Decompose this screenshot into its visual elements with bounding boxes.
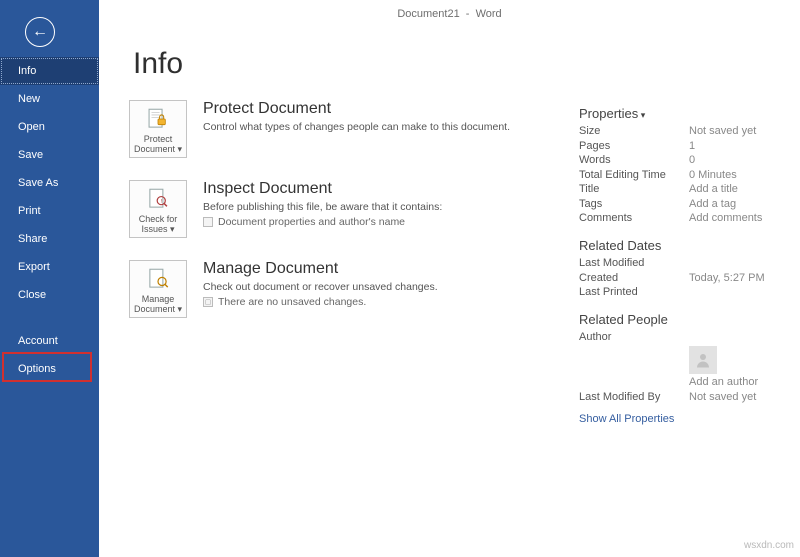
section-title: Inspect Document <box>203 180 442 198</box>
section-text: Before publishing this file, be aware th… <box>203 201 442 213</box>
date-row: Last Modified <box>579 257 800 269</box>
sidebar-item-close[interactable]: Close <box>0 281 99 309</box>
date-row: Last Printed <box>579 286 800 298</box>
property-value[interactable]: 0 <box>689 154 800 166</box>
property-value[interactable]: Add a title <box>689 183 800 195</box>
section-title: Manage Document <box>203 260 438 278</box>
inspect-document-icon: ! <box>145 187 171 211</box>
watermark: wsxdn.com <box>744 540 794 551</box>
show-all-properties-link[interactable]: Show All Properties <box>579 413 800 425</box>
property-row: Pages1 <box>579 140 800 152</box>
page-icon <box>203 297 213 307</box>
tile-sublabel: Document ▾ <box>134 304 182 314</box>
date-value <box>689 257 800 269</box>
section-text: Check out document or recover unsaved ch… <box>203 281 438 293</box>
properties-header[interactable]: Properties <box>579 106 800 121</box>
window-title: Document21 - Word <box>397 8 501 20</box>
manage-document-section: ManageDocument ▾ Manage Document Check o… <box>129 260 559 318</box>
sidebar-item-export[interactable]: Export <box>0 253 99 281</box>
date-key: Created <box>579 272 689 284</box>
property-value[interactable]: Add a tag <box>689 198 800 210</box>
property-value[interactable]: 1 <box>689 140 800 152</box>
tile-sublabel: Issues ▾ <box>141 224 174 234</box>
property-key: Total Editing Time <box>579 169 689 181</box>
tile-label: Manage <box>142 294 175 304</box>
property-value[interactable]: Not saved yet <box>689 125 800 137</box>
property-key: Pages <box>579 140 689 152</box>
property-value[interactable]: 0 Minutes <box>689 169 800 181</box>
check-for-issues-tile[interactable]: ! Check forIssues ▾ <box>129 180 187 238</box>
property-key: Size <box>579 125 689 137</box>
sidebar-item-save[interactable]: Save <box>0 141 99 169</box>
author-label: Author <box>579 331 689 343</box>
date-value: Today, 5:27 PM <box>689 272 800 284</box>
manage-document-icon <box>145 267 171 291</box>
protect-document-icon <box>145 107 171 131</box>
property-key: Title <box>579 183 689 195</box>
sidebar-item-new[interactable]: New <box>0 85 99 113</box>
date-key: Last Modified <box>579 257 689 269</box>
property-value[interactable]: Add comments <box>689 212 800 224</box>
page-title: Info <box>133 47 183 81</box>
protect-document-tile[interactable]: ProtectDocument ▾ <box>129 100 187 158</box>
sidebar-item-share[interactable]: Share <box>0 225 99 253</box>
backstage-main: Document21 - Word Info ProtectDocument ▾… <box>99 0 800 557</box>
back-arrow-icon: ← <box>32 24 48 40</box>
property-key: Comments <box>579 212 689 224</box>
date-key: Last Printed <box>579 286 689 298</box>
property-row: TitleAdd a title <box>579 183 800 195</box>
unsaved-info: There are no unsaved changes. <box>203 296 438 308</box>
section-text: Control what types of changes people can… <box>203 121 510 133</box>
sidebar-item-open[interactable]: Open <box>0 113 99 141</box>
properties-panel: Properties SizeNot saved yetPages1Words0… <box>579 106 800 425</box>
property-row: SizeNot saved yet <box>579 125 800 137</box>
sidebar-item-save-as[interactable]: Save As <box>0 169 99 197</box>
date-value <box>689 286 800 298</box>
manage-document-tile[interactable]: ManageDocument ▾ <box>129 260 187 318</box>
add-author-link[interactable]: Add an author <box>689 376 800 388</box>
issue-item: Document properties and author's name <box>203 216 442 228</box>
back-button[interactable]: ← <box>25 17 55 47</box>
tile-sublabel: Document ▾ <box>134 144 182 154</box>
chevron-down-icon <box>638 106 645 121</box>
related-people-header: Related People <box>579 312 800 327</box>
property-row: Total Editing Time0 Minutes <box>579 169 800 181</box>
backstage-sidebar: ← InfoNewOpenSaveSave AsPrintShareExport… <box>0 0 99 557</box>
property-key: Words <box>579 154 689 166</box>
sidebar-item-print[interactable]: Print <box>0 197 99 225</box>
property-key: Tags <box>579 198 689 210</box>
sidebar-item-options[interactable]: Options <box>0 355 99 383</box>
last-modified-by-label: Last Modified By <box>579 391 689 403</box>
protect-document-section: ProtectDocument ▾ Protect Document Contr… <box>129 100 559 158</box>
property-row: TagsAdd a tag <box>579 198 800 210</box>
section-title: Protect Document <box>203 100 510 118</box>
bullet-icon <box>203 217 213 227</box>
related-dates-header: Related Dates <box>579 238 800 253</box>
last-modified-by-value: Not saved yet <box>689 391 800 403</box>
sidebar-item-info[interactable]: Info <box>0 57 99 85</box>
author-avatar-icon[interactable] <box>689 346 717 374</box>
property-row: Words0 <box>579 154 800 166</box>
tile-label: Protect <box>144 134 173 144</box>
property-row: CommentsAdd comments <box>579 212 800 224</box>
tile-label: Check for <box>139 214 178 224</box>
date-row: CreatedToday, 5:27 PM <box>579 272 800 284</box>
sidebar-item-account[interactable]: Account <box>0 327 99 355</box>
inspect-document-section: ! Check forIssues ▾ Inspect Document Bef… <box>129 180 559 238</box>
